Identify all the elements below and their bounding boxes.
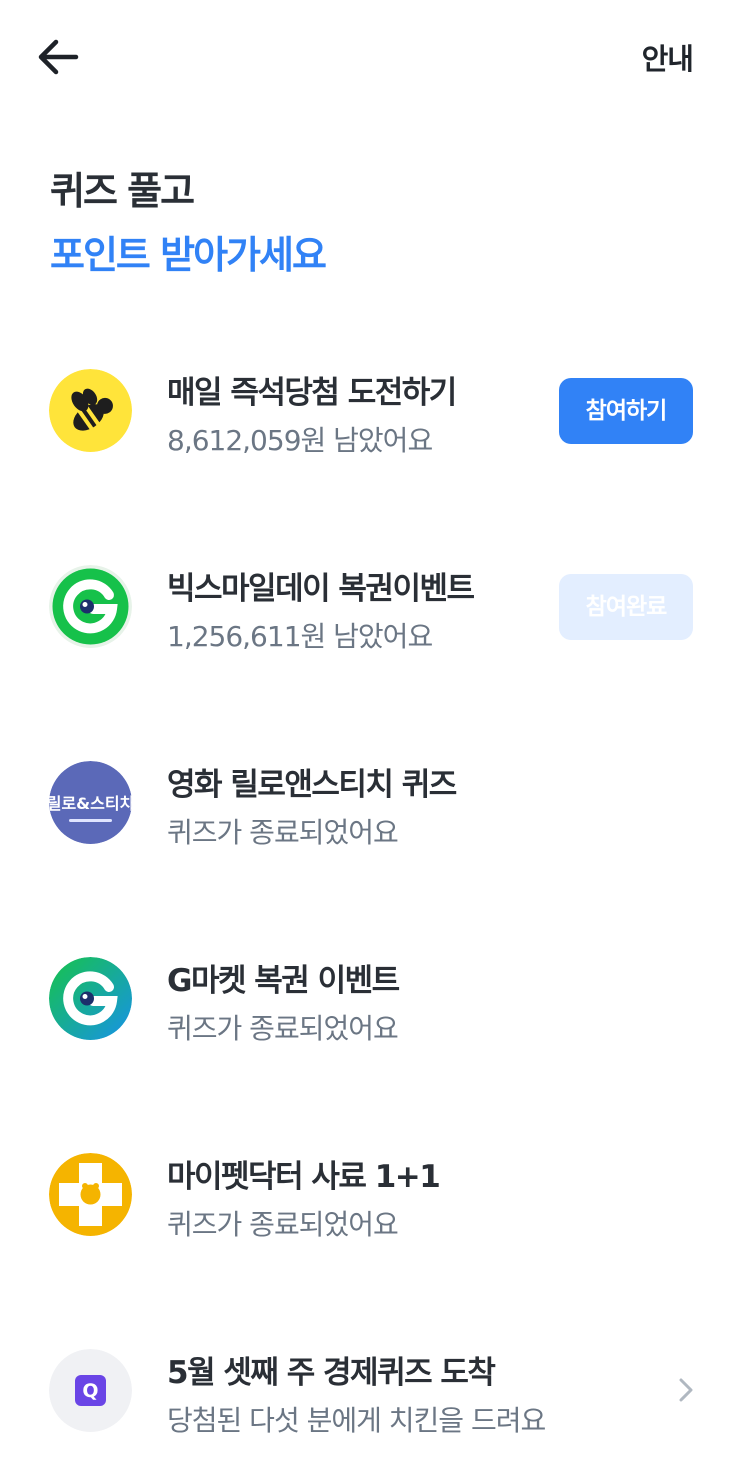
bee-logo-icon [49, 369, 132, 452]
quiz-q-icon: Q [49, 1349, 132, 1432]
lilo-stitch-poster-icon: 릴로&스티치 [49, 761, 132, 844]
page-subtitle: 포인트 받아가세요 [50, 233, 327, 277]
guide-link[interactable]: 안내 [642, 36, 694, 78]
joined-button[interactable]: 참여완료 [559, 574, 693, 640]
svg-text:릴로&스티치: 릴로&스티치 [49, 794, 132, 813]
quiz-status: 당첨된 다섯 분에게 치킨을 드려요 [167, 1404, 546, 1437]
top-bar: 안내 [0, 0, 743, 110]
hero-section: 퀴즈 풀고 포인트 받아가세요 [50, 162, 327, 284]
quiz-title: 매일 즉석당첨 도전하기 [167, 375, 457, 411]
back-button[interactable] [36, 34, 82, 80]
svg-text:Q: Q [82, 1380, 98, 1402]
gmarket-g-icon [49, 565, 132, 648]
quiz-status: 퀴즈가 종료되었어요 [167, 816, 399, 849]
join-button[interactable]: 참여하기 [559, 378, 693, 444]
quiz-title: G마켓 복권 이벤트 [167, 963, 400, 999]
quiz-item[interactable]: 마이펫닥터 사료 1+1 퀴즈가 종료되었어요 [0, 1115, 743, 1275]
quiz-title: 마이펫닥터 사료 1+1 [167, 1159, 441, 1195]
quiz-status: 퀴즈가 종료되었어요 [167, 1208, 399, 1241]
quiz-status: 퀴즈가 종료되었어요 [167, 1012, 399, 1045]
quiz-title: 영화 릴로앤스티치 퀴즈 [167, 767, 457, 803]
page-title: 퀴즈 풀고 [50, 169, 195, 213]
chevron-right-icon[interactable] [676, 1376, 696, 1404]
pet-doctor-icon [49, 1153, 132, 1236]
quiz-title: 빅스마일데이 복권이벤트 [167, 571, 475, 607]
quiz-item[interactable]: Q 5월 셋째 주 경제퀴즈 도착 당첨된 다섯 분에게 치킨을 드려요 [0, 1311, 743, 1471]
arrow-left-icon [38, 39, 79, 75]
gmarket-g-icon [49, 957, 132, 1040]
quiz-item[interactable]: 매일 즉석당첨 도전하기 8,612,059원 남았어요 참여하기 [0, 331, 743, 491]
quiz-title: 5월 셋째 주 경제퀴즈 도착 [167, 1355, 496, 1391]
quiz-item[interactable]: 빅스마일데이 복권이벤트 1,256,611원 남았어요 참여완료 [0, 527, 743, 687]
quiz-item[interactable]: G마켓 복권 이벤트 퀴즈가 종료되었어요 [0, 919, 743, 1079]
quiz-item[interactable]: 릴로&스티치 영화 릴로앤스티치 퀴즈 퀴즈가 종료되었어요 [0, 723, 743, 883]
quiz-status: 1,256,611원 남았어요 [167, 620, 433, 653]
quiz-status: 8,612,059원 남았어요 [167, 424, 433, 457]
